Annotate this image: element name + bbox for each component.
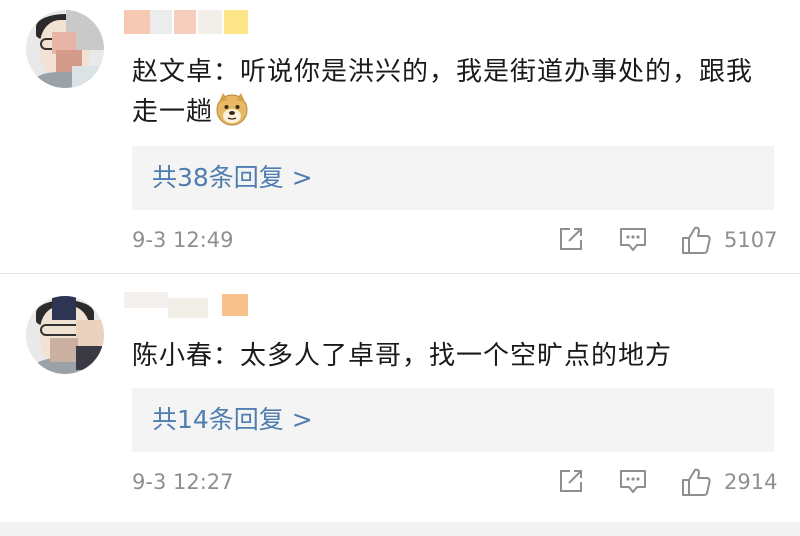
replies-label: 共14条回复 > <box>152 405 313 434</box>
comment-meta: 9-3 12:27 2914 <box>132 466 778 502</box>
thumbs-up-icon[interactable] <box>680 466 712 502</box>
bottom-separator <box>0 522 800 536</box>
view-replies-button[interactable]: 共38条回复 > <box>132 146 774 210</box>
comment-item: 陈小春：太多人了卓哥，找一个空旷点的地方 共14条回复 > 9-3 12:27 … <box>0 282 800 522</box>
thumbs-up-icon[interactable] <box>680 224 712 260</box>
avatar[interactable] <box>26 296 104 374</box>
comment-text: 赵文卓：听说你是洪兴的，我是街道办事处的，跟我走一趟 <box>132 52 772 132</box>
replies-label: 共38条回复 > <box>152 163 313 192</box>
comment-divider <box>0 273 800 274</box>
privacy-mosaic <box>52 296 76 320</box>
view-replies-button[interactable]: 共14条回复 > <box>132 388 774 452</box>
username-redacted[interactable] <box>124 10 254 34</box>
avatar[interactable] <box>26 10 104 88</box>
comment-meta: 9-3 12:49 5107 <box>132 224 778 260</box>
comment-text: 陈小春：太多人了卓哥，找一个空旷点的地方 <box>132 336 772 376</box>
timestamp: 9-3 12:27 <box>132 470 234 494</box>
share-icon[interactable] <box>556 466 586 502</box>
doge-emoji-icon <box>215 92 249 126</box>
comment-icon[interactable] <box>618 466 648 502</box>
share-icon[interactable] <box>556 224 586 260</box>
like-count: 2914 <box>724 470 778 494</box>
comment-body: 陈小春：太多人了卓哥，找一个空旷点的地方 <box>132 341 673 371</box>
timestamp: 9-3 12:49 <box>132 228 234 252</box>
username-redacted[interactable] <box>124 292 254 318</box>
comment-icon[interactable] <box>618 224 648 260</box>
comment-item: 赵文卓：听说你是洪兴的，我是街道办事处的，跟我走一趟 共38条回复 > 9-3 … <box>0 0 800 272</box>
like-count: 5107 <box>724 228 778 252</box>
